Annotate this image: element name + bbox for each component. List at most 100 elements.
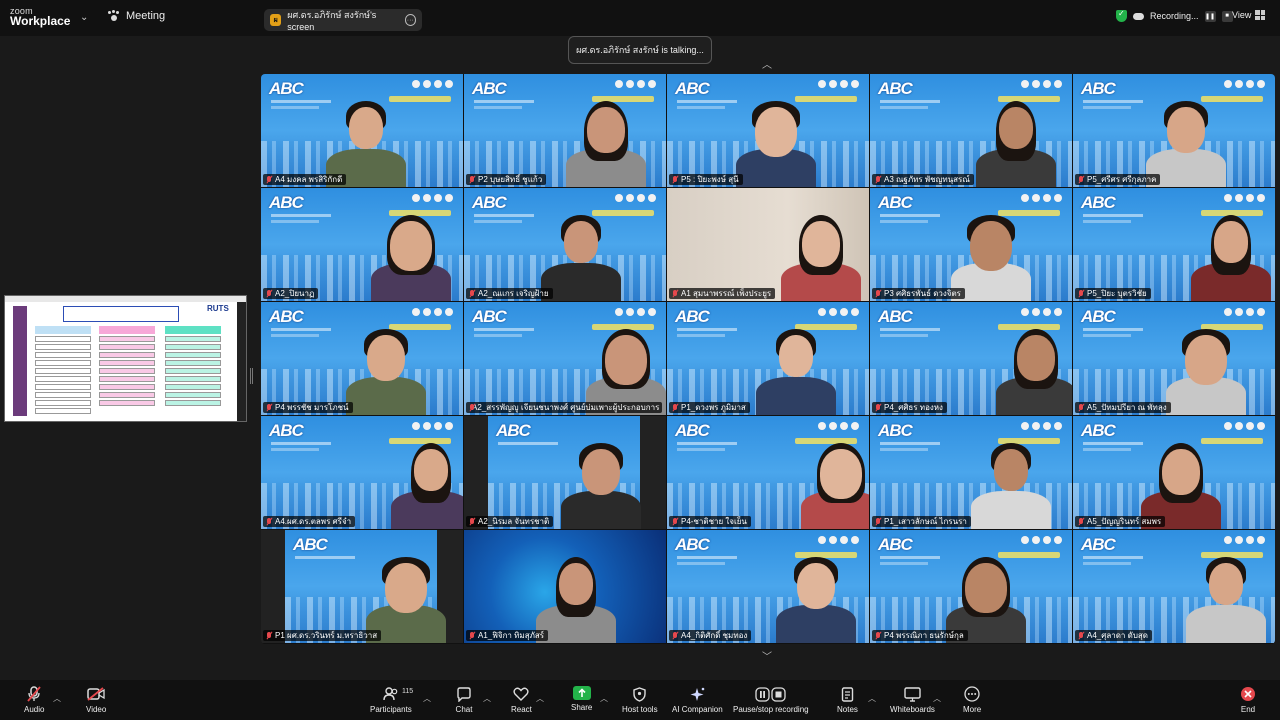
mic-muted-icon bbox=[266, 403, 272, 412]
mic-muted-icon bbox=[672, 175, 678, 184]
participant-name-tag: P4 พรรณิภา ธนรักษ์กุล bbox=[872, 630, 968, 641]
chevron-down-icon[interactable]: ﹀ bbox=[762, 648, 772, 663]
meeting-label: Meeting bbox=[126, 10, 166, 22]
abc-logo: ABC bbox=[878, 193, 913, 212]
active-speaker-indicator: ผศ.ดร.อภิรักษ์ สงรักษ์ is talking... bbox=[568, 36, 712, 64]
shield-icon[interactable] bbox=[1116, 9, 1127, 22]
ai-companion-button[interactable]: AI Companion bbox=[672, 686, 723, 714]
participant-tile[interactable]: ABC A2_สรรพัญญู เจียนชนาพงศ์ ศูนย์บ่มเพาะ… bbox=[464, 302, 666, 415]
participant-tile[interactable]: ABC P5 : ปิยะพงษ์ สุนี bbox=[667, 74, 869, 187]
participant-video-person bbox=[1186, 201, 1275, 301]
participant-video-person bbox=[536, 201, 626, 301]
notes-options-caret[interactable]: ︿ bbox=[868, 693, 876, 704]
shared-screen-thumbnail[interactable]: RUTS bbox=[4, 295, 247, 422]
participant-tile[interactable]: ABC P1_เสาวลักษณ์ ไกรนรา bbox=[870, 416, 1072, 529]
video-button[interactable]: Video bbox=[86, 686, 106, 714]
participant-tile[interactable]: ABC A5_ปัญญรินทร์ สมพร bbox=[1073, 416, 1275, 529]
participant-name: A2_ณแกร เจริญฝ้าย bbox=[478, 289, 549, 298]
view-button[interactable]: View bbox=[1232, 10, 1266, 20]
participant-tile[interactable]: ABC A2_ปิยนาฏ bbox=[261, 188, 463, 301]
abc-logo: ABC bbox=[1081, 307, 1116, 326]
mic-muted-icon bbox=[875, 517, 881, 526]
react-button[interactable]: React bbox=[511, 686, 532, 714]
participant-name-tag: P2 บุษยสิทธิ์ ชูแก้ว bbox=[466, 174, 547, 185]
sparkle-icon bbox=[688, 686, 706, 702]
chat-options-caret[interactable]: ︿ bbox=[483, 693, 491, 704]
more-icon[interactable]: ··· bbox=[404, 14, 416, 26]
shared-screen-pill[interactable]: ผ ผศ.ดร.อภิรักษ์ สงรักษ์'s screen ··· bbox=[264, 9, 422, 32]
participant-video-person bbox=[556, 429, 646, 529]
share-button[interactable]: Share bbox=[571, 686, 592, 712]
participant-name-tag: A1 สุมนาพรรณ์ เพ็งประยูร bbox=[669, 288, 776, 299]
participant-video-person bbox=[966, 429, 1056, 529]
participant-video-person bbox=[321, 87, 411, 187]
participant-tile[interactable]: ABC P4 พรรชัช มารโภชน์ bbox=[261, 302, 463, 415]
participants-options-caret[interactable]: ︿ bbox=[423, 693, 431, 704]
participant-tile[interactable]: ABC P4_ศศิธร ทองหง bbox=[870, 302, 1072, 415]
pause-stop-recording-button[interactable]: Pause/stop recording bbox=[733, 686, 809, 714]
participant-tile[interactable]: ABC P1_ดวงพร ภูมิมาส bbox=[667, 302, 869, 415]
participant-name: P1 ผศ.ดร.วรินทร์ ม.หราธิวาส bbox=[275, 631, 378, 640]
participant-name-tag: P1_เสาวลักษณ์ ไกรนรา bbox=[872, 516, 971, 527]
notes-button[interactable]: Notes bbox=[837, 686, 858, 714]
share-options-caret[interactable]: ︿ bbox=[600, 693, 608, 704]
resize-handle[interactable] bbox=[250, 368, 253, 384]
abc-logo: ABC bbox=[675, 421, 710, 440]
mic-muted-icon bbox=[672, 517, 678, 526]
whiteboard-icon bbox=[903, 686, 921, 702]
participant-tile[interactable]: ABC P4-ชาติชาย ใจเย็น bbox=[667, 416, 869, 529]
participant-name-tag: A4 มงคล พรสิริกักดี bbox=[263, 174, 347, 185]
participant-tile[interactable]: ABC P5_ศรีศร ศรีกุลภาค bbox=[1073, 74, 1275, 187]
abc-logo: ABC bbox=[269, 307, 304, 326]
slide-side-image bbox=[13, 306, 27, 416]
ai-companion-label: AI Companion bbox=[672, 705, 723, 714]
participant-tile[interactable]: ABC A3 ณฐภัทร พัชญทนุสรณ์ bbox=[870, 74, 1072, 187]
participants-label: Participants bbox=[370, 705, 412, 714]
mic-muted-icon bbox=[266, 289, 272, 298]
more-button[interactable]: More bbox=[963, 686, 981, 714]
mic-muted-icon bbox=[266, 631, 272, 640]
chat-label: Chat bbox=[455, 705, 473, 714]
chevron-up-icon[interactable]: ︿ bbox=[762, 56, 772, 71]
zoom-window: zoom Workplace ⌄ Meeting ผ ผศ.ดร.อภิรักษ… bbox=[0, 0, 1280, 720]
participant-tile[interactable]: ABC A2_นิรมล จันทรชาติ bbox=[464, 416, 666, 529]
audio-button[interactable]: Audio bbox=[24, 686, 44, 714]
participant-tile[interactable]: ABC A4 มงคล พรสิริกักดี bbox=[261, 74, 463, 187]
participant-tile[interactable]: ABC P2 บุษยสิทธิ์ ชูแก้ว bbox=[464, 74, 666, 187]
audio-options-caret[interactable]: ︿ bbox=[53, 693, 61, 704]
participant-tile[interactable]: ABC A4_กิติศักดิ์ ชุมทอง bbox=[667, 530, 869, 643]
participant-tile[interactable]: ABC A4.ผศ.ดร.ตลพร ศรีจำ bbox=[261, 416, 463, 529]
whiteboards-options-caret[interactable]: ︿ bbox=[933, 693, 941, 704]
pause-recording-icon[interactable]: ❚❚ bbox=[1204, 10, 1216, 22]
participant-tile[interactable]: ABC P1 ผศ.ดร.วรินทร์ ม.หราธิวาส bbox=[261, 530, 463, 643]
chat-button[interactable]: Chat bbox=[455, 686, 473, 714]
host-tools-button[interactable]: Host tools bbox=[622, 686, 658, 714]
abc-logo: ABC bbox=[472, 79, 507, 98]
participant-video-person bbox=[971, 87, 1061, 187]
participant-name: P3 ศศิธรพันธ์ ดวงจิตร bbox=[884, 289, 961, 298]
react-options-caret[interactable]: ︿ bbox=[536, 693, 544, 704]
whiteboards-button[interactable]: Whiteboards bbox=[890, 686, 935, 714]
participant-tile[interactable]: ABC A4_ศุลาดา ดับสุด bbox=[1073, 530, 1275, 643]
meeting-info-button[interactable]: Meeting bbox=[108, 10, 165, 22]
stop-recording-icon[interactable]: ■ bbox=[1221, 10, 1233, 22]
chevron-down-icon[interactable]: ⌄ bbox=[80, 12, 88, 23]
participant-name-tag: P4 พรรชัช มารโภชน์ bbox=[263, 402, 353, 413]
participant-video-person bbox=[1181, 543, 1271, 643]
participant-video-person bbox=[366, 201, 456, 301]
participant-tile[interactable]: ABC P4 พรรณิภา ธนรักษ์กุล bbox=[870, 530, 1072, 643]
zoom-logo[interactable]: zoom Workplace bbox=[10, 6, 70, 27]
ruts-logo: RUTS bbox=[207, 304, 229, 313]
participant-tile[interactable]: ABC P3 ศศิธรพันธ์ ดวงจิตร bbox=[870, 188, 1072, 301]
grid-icon bbox=[1255, 10, 1266, 20]
participant-tile[interactable]: A1 สุมนาพรรณ์ เพ็งประยูร bbox=[667, 188, 869, 301]
mic-muted-icon bbox=[1078, 517, 1084, 526]
mic-muted-icon bbox=[469, 175, 475, 184]
participant-video-person bbox=[731, 87, 821, 187]
participant-tile[interactable]: ABC A2_ณแกร เจริญฝ้าย bbox=[464, 188, 666, 301]
abc-logo: ABC bbox=[472, 193, 507, 212]
participant-tile[interactable]: A1_ฟิจิกา ทิมสุภัสร์ bbox=[464, 530, 666, 643]
end-button[interactable]: End bbox=[1239, 686, 1257, 714]
participant-tile[interactable]: ABC A5_ปัทมปรียา ณ พัทลุง bbox=[1073, 302, 1275, 415]
participant-tile[interactable]: ABC P5_ปิยะ บุตรวิชัย bbox=[1073, 188, 1275, 301]
